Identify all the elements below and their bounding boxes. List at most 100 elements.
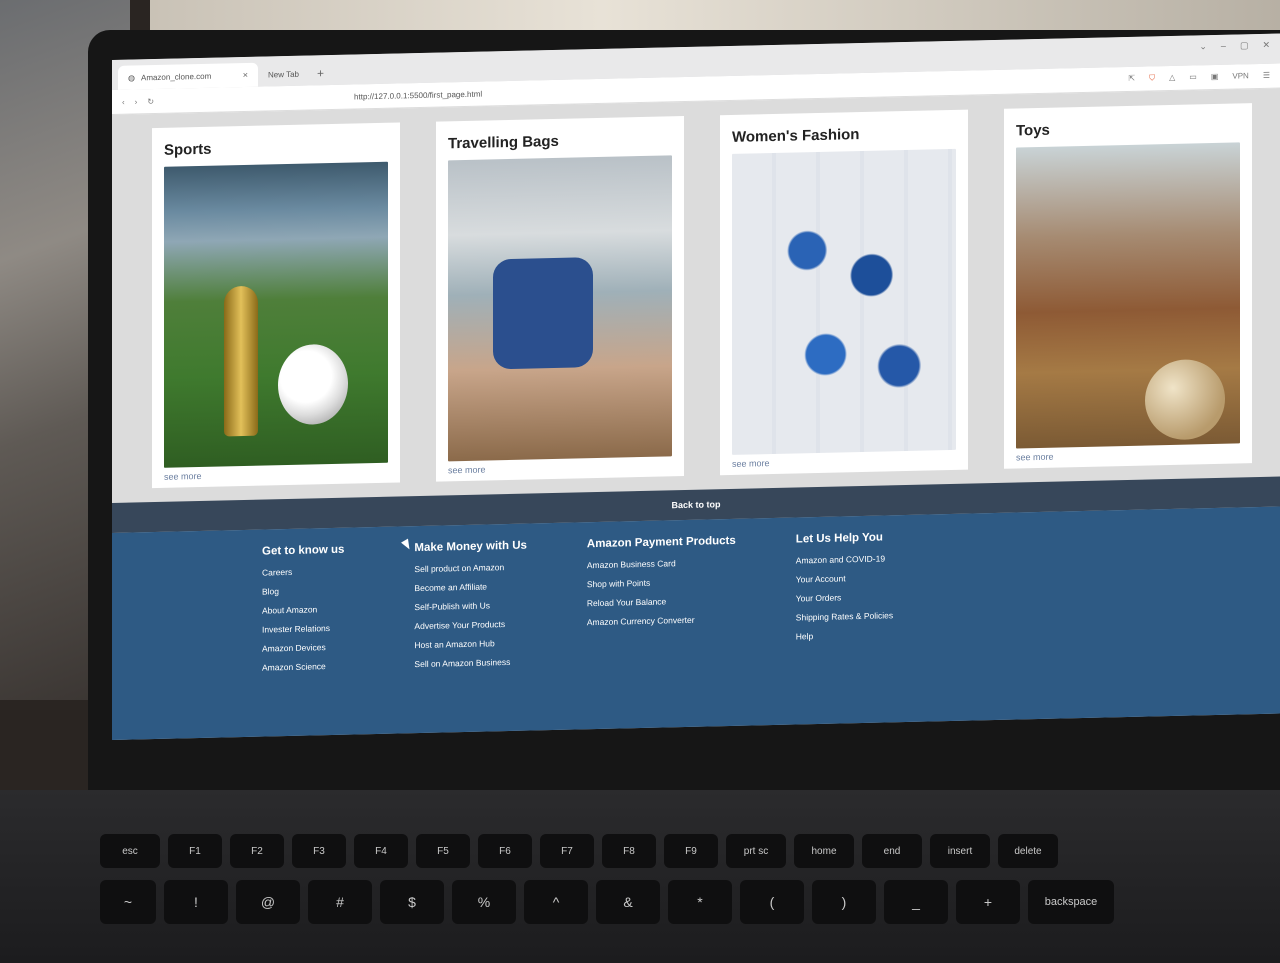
footer-link[interactable]: Self-Publish with Us: [414, 600, 526, 612]
key[interactable]: F1: [168, 834, 222, 868]
url-field[interactable]: http://127.0.0.1:5500/first_page.html: [354, 89, 482, 101]
footer-link[interactable]: Advertise Your Products: [414, 619, 526, 631]
laptop-keyboard: esc F1 F2 F3 F4 F5 F6 F7 F8 F9 prt sc ho…: [0, 790, 1280, 963]
tab-label: Amazon_clone.com: [140, 71, 212, 82]
shield-icon[interactable]: ⛉: [1149, 73, 1155, 83]
see-more-link[interactable]: see more: [164, 467, 388, 482]
key[interactable]: F6: [478, 834, 532, 868]
footer-link[interactable]: Your Orders: [796, 591, 893, 603]
footer-link[interactable]: Amazon Devices: [262, 642, 344, 653]
card-toys[interactable]: Toys see more: [1004, 103, 1252, 469]
footer-link[interactable]: Help: [796, 629, 893, 641]
minimize-icon[interactable]: –: [1221, 41, 1226, 52]
footer-heading: Get to know us: [262, 543, 345, 558]
see-more-link[interactable]: see more: [732, 454, 956, 469]
forward-icon[interactable]: ›: [135, 97, 138, 106]
key[interactable]: F8: [602, 834, 656, 868]
new-tab-button[interactable]: +: [309, 61, 332, 86]
key[interactable]: !: [164, 880, 228, 924]
key[interactable]: F7: [540, 834, 594, 868]
wallet-icon[interactable]: ▣: [1211, 72, 1219, 82]
key[interactable]: esc: [100, 834, 160, 868]
footer-link[interactable]: About Amazon: [262, 604, 344, 615]
footer-link[interactable]: Reload Your Balance: [587, 595, 736, 608]
footer-column-payment-products: Amazon Payment Products Amazon Business …: [587, 535, 736, 740]
close-window-icon[interactable]: ✕: [1262, 40, 1270, 51]
footer-link[interactable]: Shipping Rates & Policies: [796, 610, 893, 622]
sports-image[interactable]: [164, 161, 388, 468]
key[interactable]: prt sc: [726, 834, 786, 868]
footer-link[interactable]: Amazon Business Card: [587, 557, 736, 570]
sidebar-icon[interactable]: ▭: [1189, 72, 1197, 82]
see-more-link[interactable]: see more: [448, 460, 672, 476]
globe-icon: ◍: [128, 72, 135, 83]
footer-heading: Make Money with Us: [414, 539, 527, 555]
key[interactable]: &: [596, 880, 660, 924]
key[interactable]: F4: [354, 834, 408, 868]
vpn-label[interactable]: VPN: [1232, 71, 1248, 81]
browser-screen: ◍ Amazon_clone.com × New Tab + ⌄ – ▢ ✕ ‹…: [112, 33, 1280, 740]
card-travelling-bags[interactable]: Travelling Bags see more: [436, 116, 684, 482]
footer-link[interactable]: Host an Amazon Hub: [414, 638, 526, 650]
footer-link[interactable]: Amazon Science: [262, 661, 344, 672]
key[interactable]: ~: [100, 880, 156, 924]
footer-column-help: Let Us Help You Amazon and COVID-19 Your…: [796, 531, 893, 740]
footer-column-get-to-know-us: Get to know us Careers Blog About Amazon…: [262, 544, 344, 740]
footer-link[interactable]: Your Account: [796, 572, 893, 584]
backspace-key[interactable]: backspace: [1028, 880, 1114, 924]
footer-link[interactable]: Blog: [262, 585, 344, 596]
window-controls: ⌄ – ▢ ✕: [1199, 40, 1270, 53]
chevron-down-icon[interactable]: ⌄: [1199, 41, 1207, 52]
key[interactable]: *: [668, 880, 732, 924]
key[interactable]: +: [956, 880, 1020, 924]
key[interactable]: insert: [930, 834, 990, 868]
tab-close-icon[interactable]: ×: [243, 70, 248, 80]
menu-icon[interactable]: ☰: [1263, 71, 1270, 81]
footer-link[interactable]: Sell product on Amazon: [414, 562, 526, 574]
card-title: Women's Fashion: [732, 126, 860, 146]
toolbar-icons: ⇱ ⛉ △ ▭ ▣ VPN ☰: [1128, 71, 1270, 84]
card-title: Sports: [164, 140, 212, 159]
key[interactable]: ^: [524, 880, 588, 924]
key[interactable]: %: [452, 880, 516, 924]
key[interactable]: F9: [664, 834, 718, 868]
footer-link[interactable]: Amazon and COVID-19: [796, 553, 893, 565]
key[interactable]: @: [236, 880, 300, 924]
key[interactable]: (: [740, 880, 804, 924]
footer-link[interactable]: Invester Relations: [262, 623, 344, 635]
key[interactable]: home: [794, 834, 854, 868]
footer-link[interactable]: Become an Affiliate: [414, 581, 526, 593]
footer-link[interactable]: Amazon Currency Converter: [587, 614, 736, 627]
tab-amazon-clone[interactable]: ◍ Amazon_clone.com ×: [118, 62, 258, 90]
triangle-icon[interactable]: △: [1169, 73, 1175, 83]
footer: Get to know us Careers Blog About Amazon…: [112, 506, 1280, 740]
maximize-icon[interactable]: ▢: [1240, 40, 1249, 51]
key[interactable]: F3: [292, 834, 346, 868]
footer-heading: Let Us Help You: [795, 531, 883, 546]
key[interactable]: $: [380, 880, 444, 924]
key[interactable]: F5: [416, 834, 470, 868]
key[interactable]: _: [884, 880, 948, 924]
key[interactable]: F2: [230, 834, 284, 868]
toys-image[interactable]: [1016, 142, 1240, 449]
see-more-link[interactable]: see more: [1016, 447, 1240, 463]
card-sports[interactable]: Sports see more: [152, 122, 400, 489]
key[interactable]: #: [308, 880, 372, 924]
footer-link[interactable]: Shop with Points: [587, 576, 736, 589]
key[interactable]: ): [812, 880, 876, 924]
tab-new-tab[interactable]: New Tab: [258, 62, 309, 87]
womens-fashion-image[interactable]: [732, 148, 956, 455]
back-icon[interactable]: ‹: [122, 97, 125, 106]
footer-link[interactable]: Sell on Amazon Business: [414, 657, 526, 669]
footer-link[interactable]: Careers: [262, 566, 344, 578]
tab-label: New Tab: [268, 69, 299, 79]
card-womens-fashion[interactable]: Women's Fashion see more: [720, 109, 968, 476]
key[interactable]: delete: [998, 834, 1058, 868]
card-title: Travelling Bags: [448, 132, 559, 153]
key[interactable]: end: [862, 834, 922, 868]
share-icon[interactable]: ⇱: [1128, 74, 1135, 84]
travelling-bags-image[interactable]: [448, 155, 672, 462]
reload-icon[interactable]: ↻: [147, 97, 154, 106]
card-title: Toys: [1016, 121, 1050, 140]
category-cards: Sports see more Travelling Bags see more…: [112, 88, 1280, 489]
